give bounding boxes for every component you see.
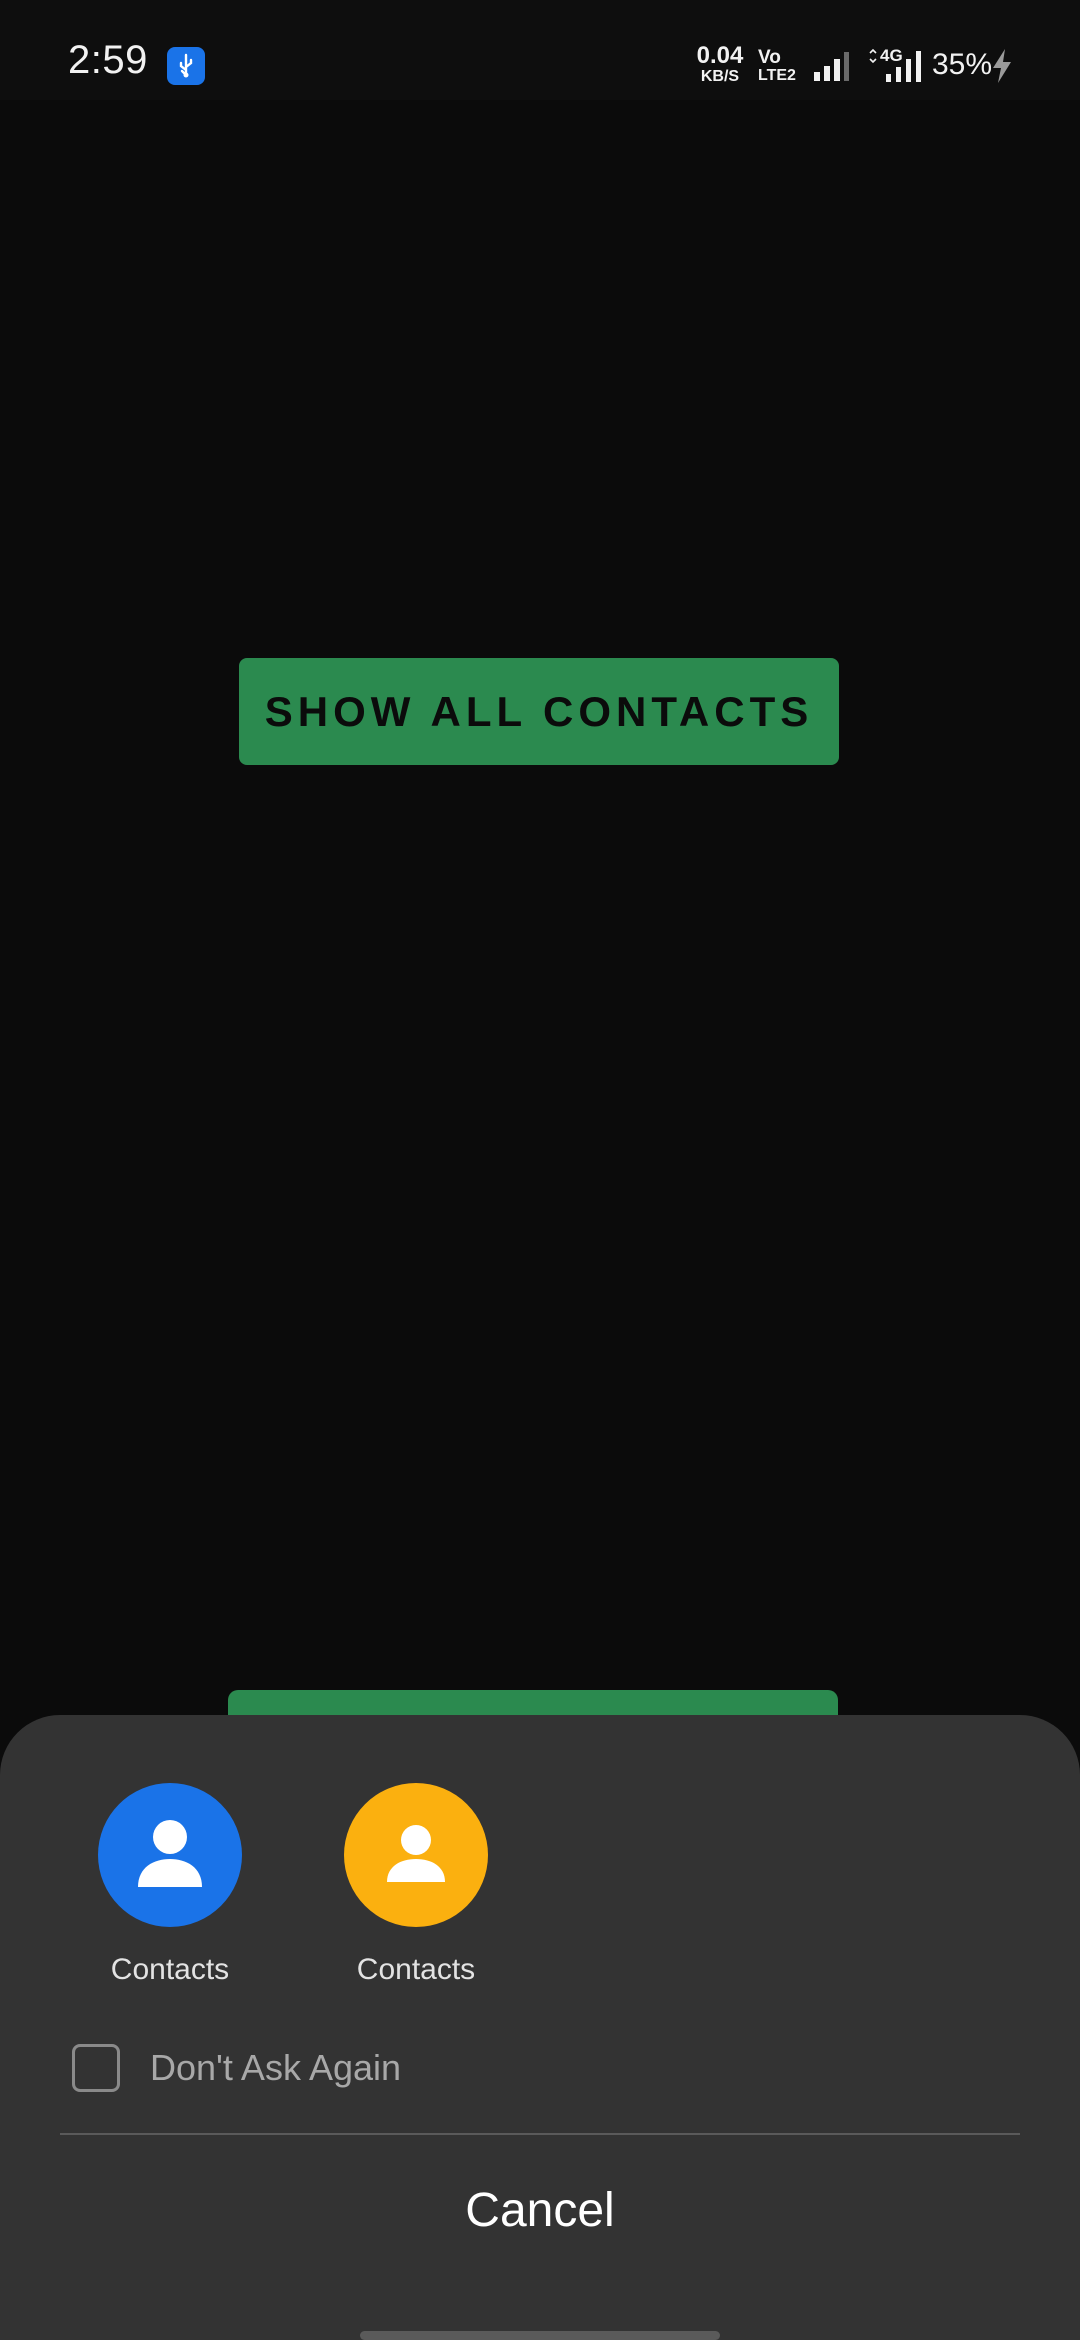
app-option-label: Contacts	[110, 1953, 230, 1986]
signal-strength-icon	[814, 52, 849, 81]
volte-bottom-label: LTE2	[758, 67, 796, 84]
app-option-contacts-samsung[interactable]: Contacts	[316, 1783, 516, 2013]
cancel-button[interactable]: Cancel	[340, 2155, 740, 2265]
app-chooser-sheet: Contacts Contacts Don't Ask Again Cancel	[0, 1715, 1080, 2340]
contacts-person-icon[interactable]	[344, 1783, 488, 1927]
usb-debugging-icon	[167, 47, 205, 85]
screen: 2:59 0.04 KB/S Vo LTE2 4G 35% SHOW ALL C…	[0, 0, 1080, 2340]
contacts-person-icon[interactable]	[98, 1783, 242, 1927]
app-option-contacts-google[interactable]: Contacts	[70, 1783, 270, 2013]
dont-ask-again-row[interactable]: Don't Ask Again	[72, 2043, 401, 2093]
divider	[60, 2133, 1020, 2135]
charging-bolt-icon	[993, 49, 1011, 83]
volte-indicator: Vo LTE2	[758, 48, 802, 84]
navigation-gesture-handle[interactable]	[360, 2331, 720, 2340]
dont-ask-again-checkbox[interactable]	[72, 2044, 120, 2092]
status-bar: 2:59 0.04 KB/S Vo LTE2 4G 35%	[0, 0, 1080, 100]
dont-ask-again-label: Don't Ask Again	[150, 2047, 402, 2088]
volte-top-label: Vo	[758, 47, 781, 68]
network-speed-unit: KB/S	[700, 68, 740, 85]
app-option-label: Contacts	[356, 1953, 476, 1986]
show-all-contacts-button[interactable]: SHOW ALL CONTACTS	[239, 658, 839, 765]
network-type-label: 4G	[880, 46, 903, 65]
network-speed: 0.04 KB/S	[690, 44, 750, 85]
status-time: 2:59	[68, 38, 148, 82]
battery-percentage: 35%	[932, 48, 993, 81]
network-speed-value: 0.04	[696, 42, 744, 69]
